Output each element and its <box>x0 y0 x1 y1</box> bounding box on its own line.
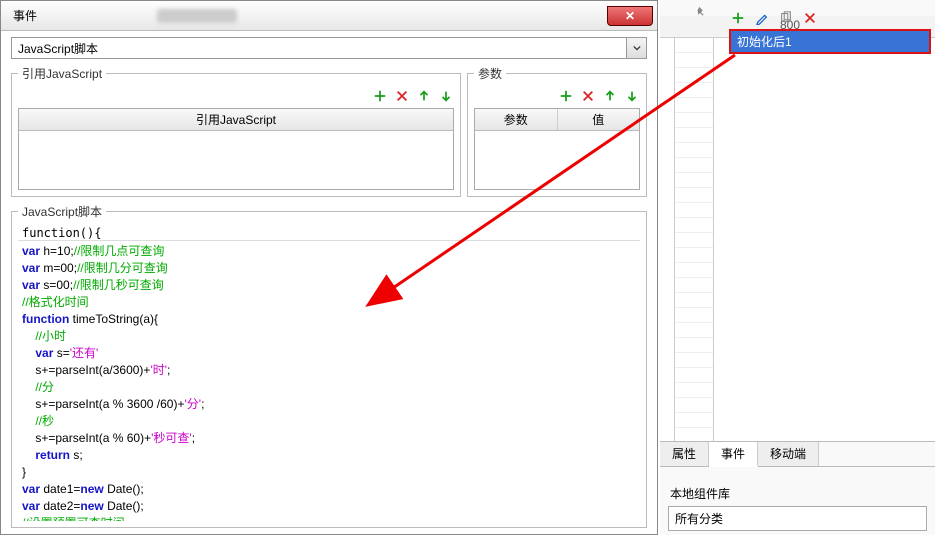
event-list[interactable]: 初始化后1 <box>730 30 930 53</box>
arrow-down-icon[interactable] <box>624 88 640 104</box>
pin-icon[interactable] <box>694 6 708 23</box>
component-library: 本地组件库 所有分类 <box>660 477 935 535</box>
dialog-body: JavaScript脚本 引用JavaScript 引用JavaScript <box>1 31 657 534</box>
delete-icon[interactable] <box>394 88 410 104</box>
script-type-dropdown[interactable]: JavaScript脚本 <box>11 37 647 59</box>
include-js-group: 引用JavaScript 引用JavaScript <box>11 65 461 197</box>
tab-属性[interactable]: 属性 <box>660 442 709 466</box>
tab-事件[interactable]: 事件 <box>709 442 758 467</box>
col-include-js: 引用JavaScript <box>19 109 453 130</box>
add-event-icon[interactable] <box>730 10 746 26</box>
include-js-table[interactable]: 引用JavaScript <box>18 108 454 190</box>
chevron-down-icon[interactable] <box>626 38 646 58</box>
script-group: JavaScript脚本 function(){ var h=10;//限制几点… <box>11 203 647 528</box>
copy-icon[interactable] <box>778 10 794 26</box>
edit-icon[interactable] <box>754 10 770 26</box>
add-icon[interactable] <box>372 88 388 104</box>
blurred-subtitle <box>157 9 237 23</box>
library-category-dropdown[interactable]: 所有分类 <box>668 506 927 531</box>
col-value: 值 <box>558 109 640 130</box>
script-legend: JavaScript脚本 <box>18 203 106 220</box>
close-button[interactable]: ✕ <box>607 6 653 26</box>
col-param: 参数 <box>475 109 558 130</box>
delete-event-icon[interactable] <box>802 10 818 26</box>
arrow-up-icon[interactable] <box>416 88 432 104</box>
arrow-up-icon[interactable] <box>602 88 618 104</box>
event-row-init[interactable]: 初始化后1 <box>731 31 929 52</box>
right-panel: 800 属性事件移动端 本地组件库 所有分类 <box>660 0 935 535</box>
delete-icon[interactable] <box>580 88 596 104</box>
tab-移动端[interactable]: 移动端 <box>758 442 819 466</box>
canvas-grid[interactable] <box>660 38 935 441</box>
dialog-titlebar[interactable]: 事件 ✕ <box>1 1 657 31</box>
arrow-down-icon[interactable] <box>438 88 454 104</box>
dialog-title: 事件 <box>13 7 37 24</box>
function-header: function(){ <box>18 224 640 240</box>
panel-tabs: 属性事件移动端 <box>660 441 935 467</box>
event-dialog: 事件 ✕ JavaScript脚本 引用JavaScript 引用JavaS <box>0 0 658 535</box>
library-title: 本地组件库 <box>670 485 925 502</box>
params-group: 参数 参数 值 <box>467 65 647 197</box>
add-icon[interactable] <box>558 88 574 104</box>
params-legend: 参数 <box>474 65 506 82</box>
dropdown-text: JavaScript脚本 <box>12 40 626 57</box>
params-table[interactable]: 参数 值 <box>474 108 640 190</box>
event-toolbar <box>730 10 818 26</box>
code-editor[interactable]: var h=10;//限制几点可查询var m=00;//限制几分可查询var … <box>18 240 640 521</box>
include-js-legend: 引用JavaScript <box>18 65 106 82</box>
